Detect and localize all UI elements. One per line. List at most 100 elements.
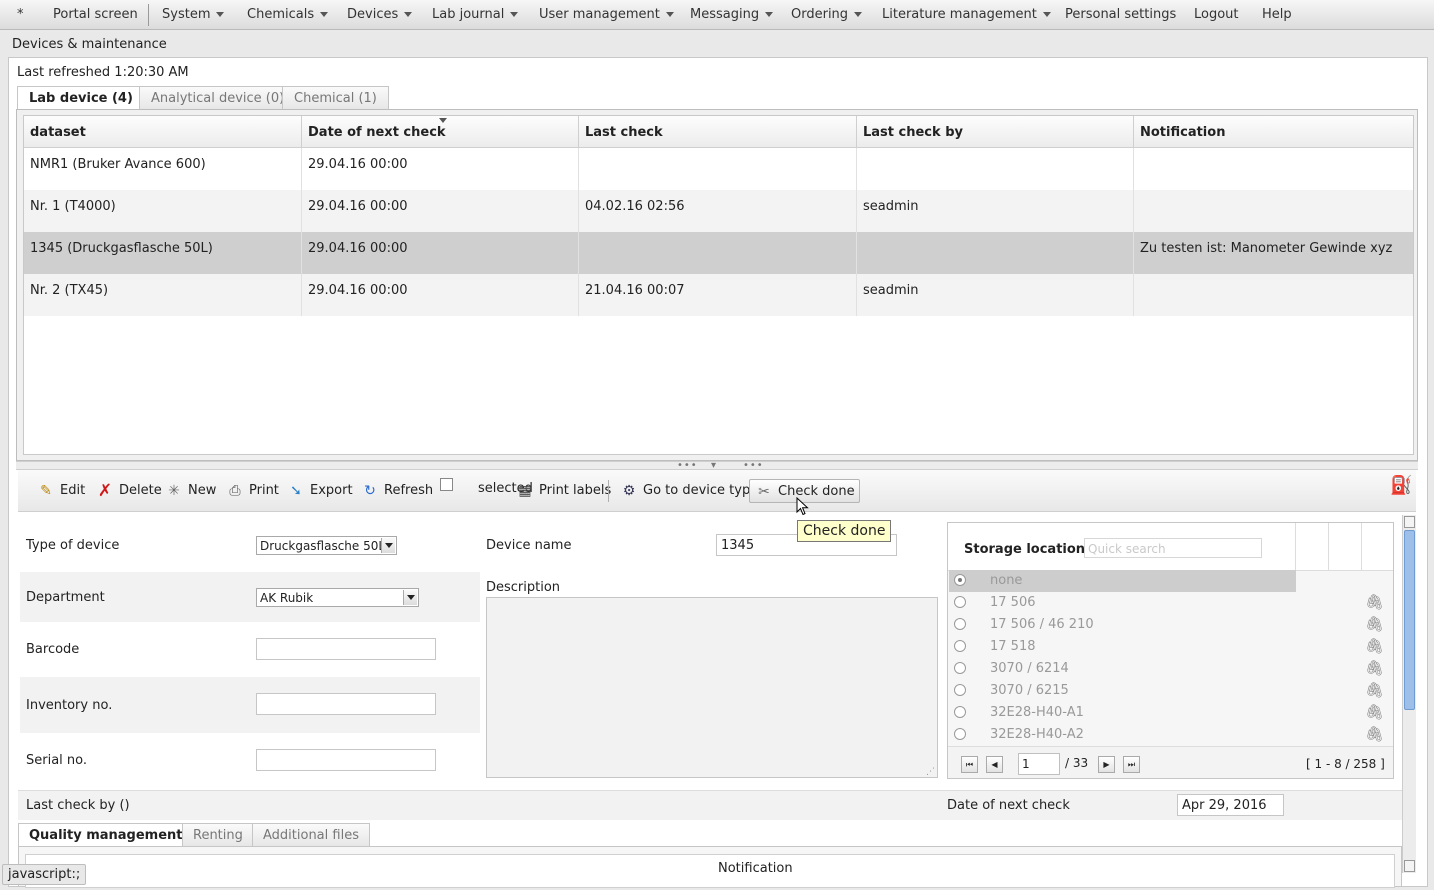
tab-analytical-device[interactable]: Analytical device (0) — [139, 86, 297, 110]
next-page-icon[interactable]: ▶ — [1098, 756, 1115, 773]
menu-item-literature-management[interactable]: Literature management — [882, 7, 1051, 22]
page-number-input[interactable]: 1 — [1018, 753, 1060, 775]
chevron-down-icon — [665, 12, 674, 17]
resize-handle-icon[interactable]: ⋰ — [926, 767, 935, 777]
paperclip-icon[interactable]: 🖇 — [1365, 637, 1384, 655]
column-header-dataset[interactable]: dataset — [24, 116, 302, 148]
paperclip-icon[interactable]: 🖇 — [1365, 615, 1384, 633]
column-header-last-check-by[interactable]: Last check by — [857, 116, 1134, 148]
next-check-date-field[interactable]: Apr 29, 2016 — [1177, 794, 1284, 816]
list-item[interactable]: none — [949, 570, 1296, 592]
tab-chemical[interactable]: Chemical (1) — [282, 86, 389, 110]
cell-last-check: 21.04.16 00:07 — [579, 274, 857, 316]
scroll-down-icon[interactable] — [1404, 860, 1415, 872]
table-row[interactable]: Nr. 1 (T4000) 29.04.16 00:00 04.02.16 02… — [24, 190, 1413, 232]
device-status-icon[interactable]: ⛽ — [1390, 475, 1412, 496]
cell-notification — [1134, 148, 1413, 190]
column-header-last-check[interactable]: Last check — [579, 116, 857, 148]
cell-notification: Zu testen ist: Manometer Gewinde xyz — [1140, 241, 1393, 256]
menu-item-ordering[interactable]: Ordering — [791, 7, 863, 22]
go-to-device-type-button[interactable]: ⚙ Go to device type — [615, 479, 762, 503]
notification-column-header[interactable]: Notification — [718, 861, 793, 876]
menu-item-messaging[interactable]: Messaging — [690, 7, 774, 22]
paperclip-icon[interactable]: 🖇 — [1365, 681, 1384, 699]
list-item[interactable]: 17 506 🖇 — [949, 592, 1394, 614]
selected-checkbox[interactable] — [440, 478, 453, 491]
description-field[interactable]: ⋰ — [486, 597, 938, 778]
edit-button[interactable]: ✎ Edit — [32, 479, 89, 503]
pencil-icon: ✎ — [40, 483, 52, 499]
tab-renting[interactable]: Renting — [182, 823, 254, 847]
chevron-down-icon — [1042, 12, 1051, 17]
radio-button[interactable] — [954, 662, 966, 674]
menu-item-user-management[interactable]: User management — [539, 7, 674, 22]
paperclip-icon[interactable]: 🖇 — [1365, 659, 1384, 677]
list-item[interactable]: 32E28-H40-A2 🖇 — [949, 724, 1394, 746]
paperclip-icon[interactable]: 🖇 — [1365, 593, 1384, 611]
radio-button[interactable] — [954, 640, 966, 652]
radio-button[interactable] — [954, 596, 966, 608]
table-row[interactable]: Nr. 2 (TX45) 29.04.16 00:00 21.04.16 00:… — [24, 274, 1413, 316]
refresh-button[interactable]: ↻ Refresh — [356, 479, 437, 503]
check-done-tooltip: Check done — [797, 520, 892, 542]
department-select[interactable]: AK Rubik — [256, 588, 419, 607]
paperclip-icon[interactable]: 🖇 — [1365, 703, 1384, 721]
menu-item-personal-settings[interactable]: Personal settings — [1065, 7, 1176, 22]
print-button[interactable]: ⎙ Print — [221, 479, 283, 503]
list-item[interactable]: 3070 / 6215 🖇 — [949, 680, 1394, 702]
tab-quality-management[interactable]: Quality management — [18, 823, 194, 847]
radio-button[interactable] — [954, 618, 966, 630]
storage-location-title: Storage location — [964, 542, 1086, 557]
radio-button[interactable] — [954, 706, 966, 718]
page-title: Devices & maintenance — [12, 37, 167, 52]
menu-item-portal-screen[interactable]: Portal screen — [53, 7, 138, 22]
serial-no-field[interactable] — [256, 749, 436, 771]
quick-search-input[interactable]: Quick search — [1084, 538, 1262, 558]
list-item[interactable]: 32E28-H40-A1 🖇 — [949, 702, 1394, 724]
column-header-notification[interactable]: Notification — [1134, 116, 1413, 148]
storage-location-header: Storage location Quick search — [948, 523, 1393, 571]
new-button[interactable]: ✳ New — [160, 479, 220, 503]
radio-button[interactable] — [954, 684, 966, 696]
location-name: 17 506 / 46 210 — [990, 617, 1094, 632]
type-of-device-select[interactable]: Druckgasflasche 50L — [256, 536, 397, 555]
table-row-selected[interactable]: 1345 (Druckgasflasche 50L) 29.04.16 00:0… — [24, 232, 1413, 274]
chevron-down-icon — [765, 12, 774, 17]
delete-button[interactable]: ✗ Delete — [91, 479, 166, 503]
first-page-icon[interactable]: ⏮ — [961, 756, 978, 773]
panel-splitter[interactable]: ••• ▾ ••• — [16, 460, 1418, 471]
prev-page-icon[interactable]: ◀ — [986, 756, 1003, 773]
menu-item-system[interactable]: System — [162, 7, 225, 22]
mouse-cursor-icon — [796, 497, 809, 516]
barcode-field[interactable] — [256, 638, 436, 660]
menu-item-devices[interactable]: Devices — [347, 7, 413, 22]
menu-item-lab-journal[interactable]: Lab journal — [432, 7, 519, 22]
refresh-icon: ↻ — [364, 483, 376, 499]
form-scrollbar[interactable] — [1402, 515, 1416, 873]
scroll-thumb[interactable] — [1404, 530, 1415, 710]
export-button[interactable]: ➘ Export — [282, 479, 357, 503]
list-item[interactable]: 3070 / 6214 🖇 — [949, 658, 1394, 680]
cell-notification — [1134, 274, 1413, 316]
inventory-no-field[interactable] — [256, 693, 436, 715]
radio-button[interactable] — [954, 728, 966, 740]
tools-icon: ✂ — [758, 484, 770, 500]
menu-item-logout[interactable]: Logout — [1194, 7, 1239, 22]
print-labels-button[interactable]: ▦ Print labels — [511, 479, 615, 503]
list-item[interactable]: 17 518 🖇 — [949, 636, 1394, 658]
cell-last-check-by: seadmin — [857, 190, 1134, 232]
menu-item-help[interactable]: Help — [1262, 7, 1292, 22]
list-item[interactable]: 17 506 / 46 210 🖇 — [949, 614, 1394, 636]
menu-item-chemicals[interactable]: Chemicals — [247, 7, 329, 22]
tab-lab-device[interactable]: Lab device (4) — [17, 86, 145, 111]
scroll-up-icon[interactable] — [1404, 516, 1415, 528]
table-row[interactable]: NMR1 (Bruker Avance 600) 29.04.16 00:00 — [24, 148, 1413, 190]
last-page-icon[interactable]: ⏭ — [1123, 756, 1140, 773]
paperclip-icon[interactable]: 🖇 — [1365, 725, 1384, 743]
menu-item-star[interactable]: * — [17, 7, 24, 22]
radio-button[interactable] — [954, 574, 966, 586]
location-name: 17 518 — [990, 639, 1036, 654]
tab-additional-files[interactable]: Additional files — [252, 823, 370, 847]
cell-last-check-by: seadmin — [857, 274, 1134, 316]
location-name: 3070 / 6214 — [990, 661, 1069, 676]
